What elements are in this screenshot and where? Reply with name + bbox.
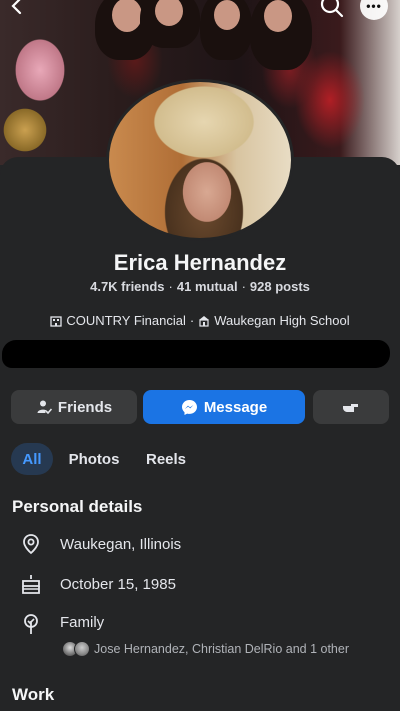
school-name[interactable]: Waukegan High School (214, 313, 349, 328)
family-members-text: Jose Hernandez, Christian DelRio and 1 o… (94, 642, 349, 656)
poke-button[interactable] (313, 390, 389, 424)
work-title: Work (12, 685, 55, 704)
work-building-icon (50, 315, 63, 327)
friends-button-label: Friends (57, 398, 113, 416)
tab-reels[interactable]: Reels (140, 443, 192, 475)
personal-details-title: Personal details (12, 497, 143, 516)
location-pin-icon (23, 534, 39, 555)
family-label: Family (60, 614, 105, 631)
friends-count[interactable]: 4.7K friends (90, 279, 164, 294)
profile-stats: 4.7K friends · 41 mutual · 928 posts (90, 279, 310, 294)
profile-name: Erica Hernandez (113, 250, 287, 275)
school-icon (199, 315, 210, 327)
birthday-cake-icon (22, 575, 40, 594)
profile-workline: COUNTRY Financial · Waukegan High School (0, 313, 400, 328)
search-button[interactable] (318, 0, 346, 20)
posts-count: 928 posts (249, 279, 310, 294)
profile-avatar[interactable] (106, 79, 294, 241)
search-icon (320, 0, 344, 18)
mutual-count[interactable]: 41 mutual (177, 279, 238, 294)
poke-icon (343, 404, 358, 412)
birthday-text: October 15, 1985 (60, 576, 176, 593)
more-icon: ••• (366, 0, 382, 13)
family-icon (24, 614, 38, 634)
friends-icon (37, 400, 52, 415)
work-place[interactable]: COUNTRY Financial (66, 313, 185, 328)
friends-button[interactable]: Friends (11, 390, 137, 424)
location-text: Waukegan, Illinois (60, 536, 182, 553)
family-members-row[interactable]: Jose Hernandez, Christian DelRio and 1 o… (62, 640, 349, 658)
back-arrow-icon (11, 0, 22, 15)
message-button-label: Message (203, 398, 268, 416)
tab-all[interactable]: All (11, 443, 53, 475)
redacted-bar (2, 340, 390, 368)
family-avatar (74, 641, 90, 657)
message-button[interactable]: Message (143, 390, 305, 424)
messenger-icon (181, 399, 197, 415)
tab-photos[interactable]: Photos (64, 443, 124, 475)
